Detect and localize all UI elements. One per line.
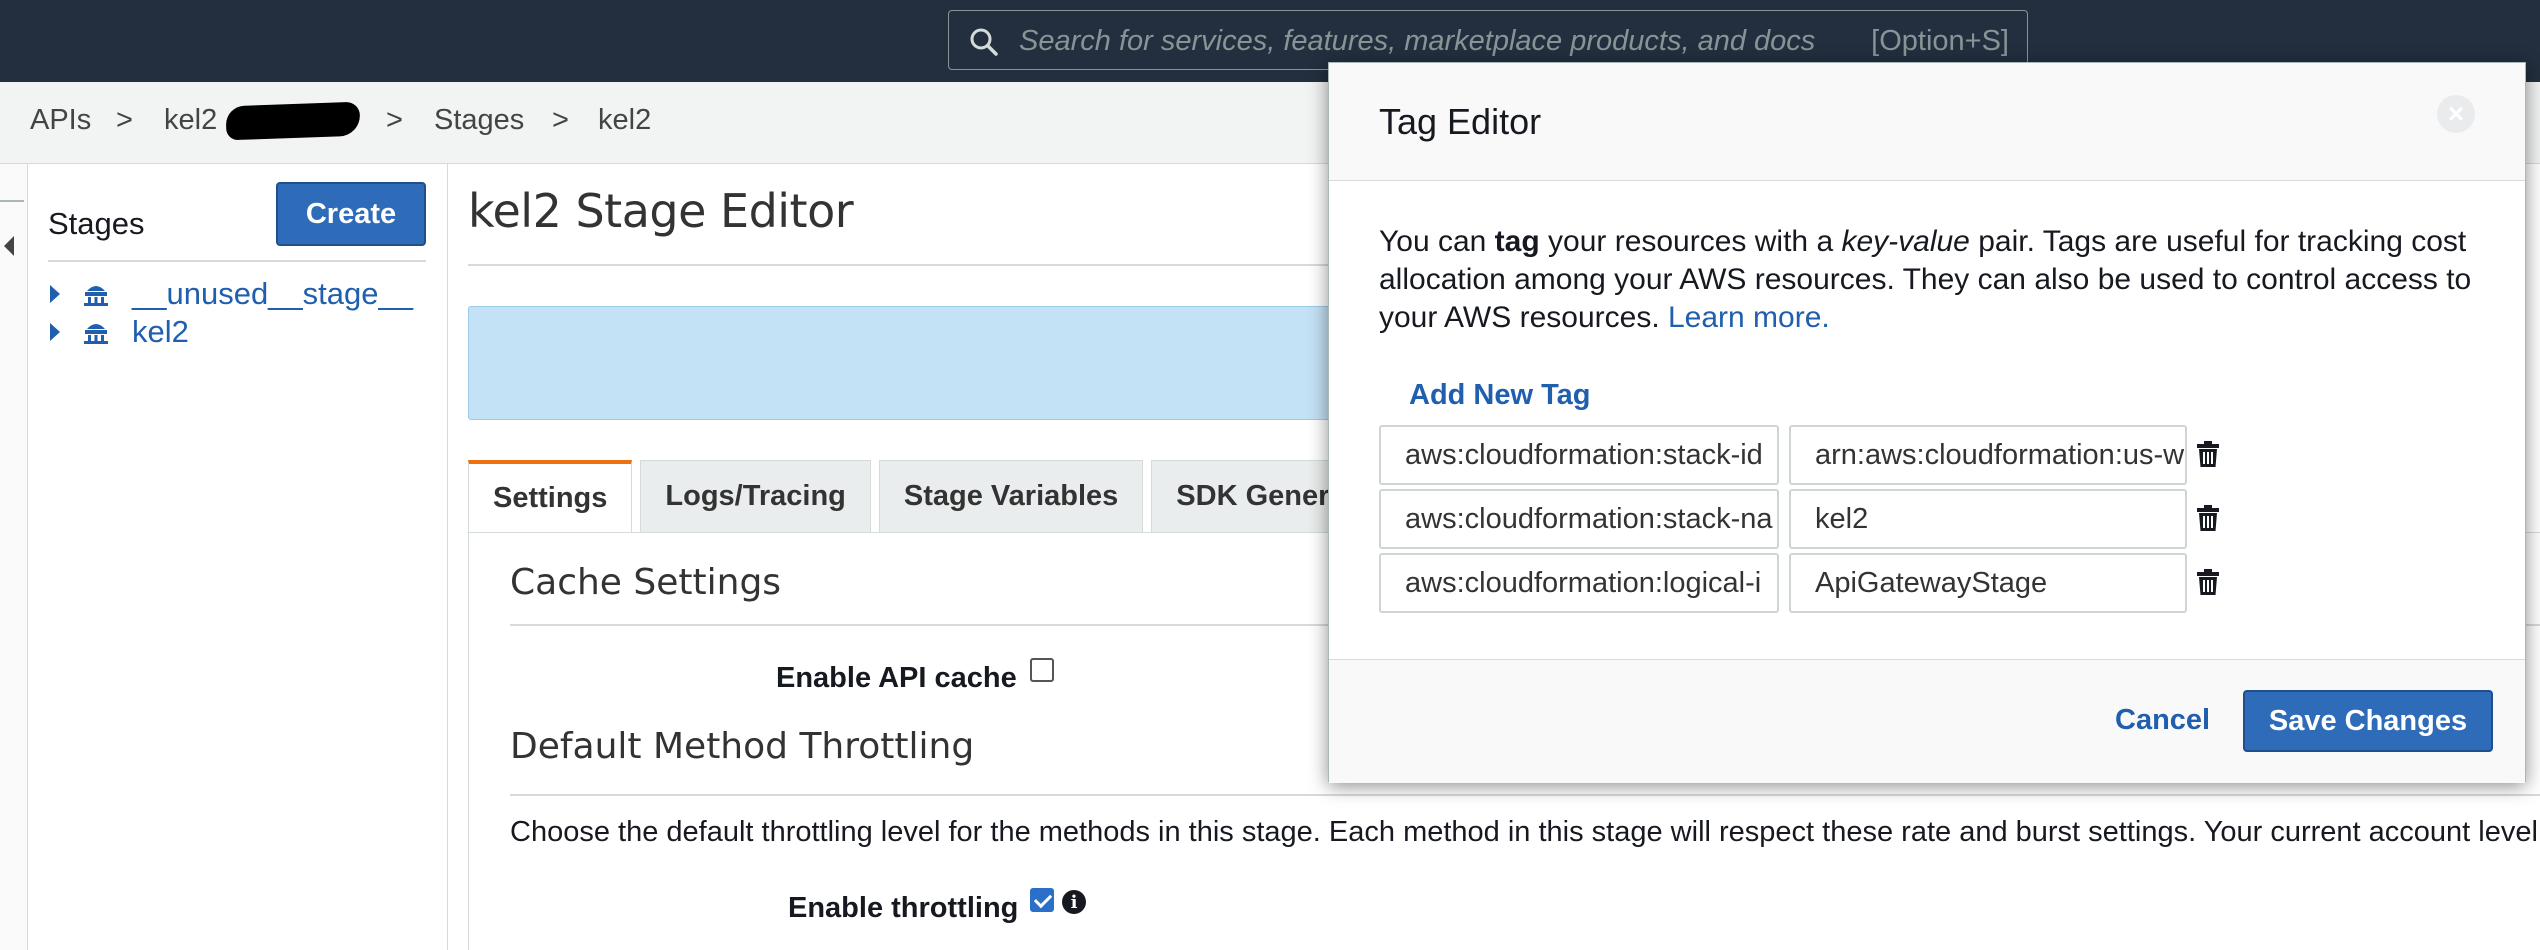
breadcrumb-separator: > bbox=[116, 104, 133, 136]
divider bbox=[468, 264, 1368, 266]
divider bbox=[48, 260, 426, 262]
desc-text: your resources with a bbox=[1539, 225, 1842, 258]
stage-icon bbox=[84, 324, 108, 344]
stages-panel-title: Stages bbox=[48, 206, 145, 241]
enable-throttling-label: Enable throttling bbox=[788, 892, 1019, 924]
cache-settings-heading: Cache Settings bbox=[510, 562, 782, 603]
throttling-heading: Default Method Throttling bbox=[510, 726, 975, 767]
stage-label[interactable]: kel2 bbox=[132, 314, 189, 350]
create-stage-button[interactable]: Create bbox=[276, 182, 426, 246]
stage-label[interactable]: __unused__stage__ bbox=[132, 276, 413, 312]
learn-more-link[interactable]: Learn more. bbox=[1668, 301, 1830, 334]
modal-title: Tag Editor bbox=[1379, 101, 1542, 142]
breadcrumb-stage-name: kel2 bbox=[598, 104, 652, 136]
info-banner bbox=[468, 306, 1368, 420]
breadcrumb-separator: > bbox=[552, 104, 569, 136]
search-icon bbox=[970, 28, 998, 56]
rail-divider bbox=[0, 200, 24, 202]
tab-stage-variables[interactable]: Stage Variables bbox=[878, 460, 1144, 532]
redaction-mark bbox=[225, 101, 361, 141]
stages-panel: Stages Create __unused__stage__ kel2 bbox=[28, 164, 448, 950]
editor-tabs: Settings Logs/Tracing Stage Variables SD… bbox=[468, 460, 1388, 532]
modal-footer: Cancel Save Changes bbox=[1329, 659, 2525, 783]
page-title: kel2 Stage Editor bbox=[468, 184, 854, 238]
stage-tree-item[interactable]: kel2 bbox=[50, 314, 189, 350]
breadcrumb-stages[interactable]: Stages bbox=[434, 104, 524, 137]
enable-api-cache-label: Enable API cache bbox=[776, 662, 1017, 694]
search-placeholder: Search for services, features, marketpla… bbox=[1019, 25, 1816, 57]
tag-key-input[interactable]: aws:cloudformation:stack-na bbox=[1379, 489, 1779, 549]
search-shortcut-hint: [Option+S] bbox=[1871, 25, 2009, 57]
trash-icon[interactable] bbox=[2197, 441, 2219, 467]
tag-value-input[interactable]: ApiGatewayStage bbox=[1789, 553, 2187, 613]
expand-caret-icon[interactable] bbox=[50, 285, 60, 303]
info-icon[interactable]: i bbox=[1062, 890, 1086, 914]
throttling-description: Choose the default throttling level for … bbox=[510, 816, 2540, 848]
cancel-button[interactable]: Cancel bbox=[2115, 704, 2210, 737]
desc-bold-text: tag bbox=[1494, 225, 1540, 258]
stage-icon bbox=[84, 286, 108, 306]
expand-caret-icon[interactable] bbox=[50, 323, 60, 341]
tag-value-input[interactable]: kel2 bbox=[1789, 489, 2187, 549]
breadcrumb-api-name[interactable]: kel2 bbox=[164, 104, 217, 137]
collapse-arrow-icon[interactable] bbox=[4, 236, 14, 256]
enable-api-cache-checkbox[interactable] bbox=[1030, 658, 1054, 682]
stage-tree-item[interactable]: __unused__stage__ bbox=[50, 276, 413, 312]
add-new-tag-button[interactable]: Add New Tag bbox=[1409, 379, 1591, 412]
desc-text: You can bbox=[1379, 225, 1495, 258]
modal-description: You can tag your resources with a key-va… bbox=[1379, 223, 2489, 337]
close-icon[interactable]: × bbox=[2437, 95, 2475, 133]
trash-icon[interactable] bbox=[2197, 569, 2219, 595]
tag-key-input[interactable]: aws:cloudformation:logical-i bbox=[1379, 553, 1779, 613]
sidebar-collapse-rail[interactable] bbox=[0, 164, 28, 950]
tab-logs-tracing[interactable]: Logs/Tracing bbox=[640, 460, 871, 532]
tag-value-input[interactable]: arn:aws:cloudformation:us-w bbox=[1789, 425, 2187, 485]
modal-header: Tag Editor × bbox=[1329, 63, 2525, 181]
breadcrumb-separator: > bbox=[386, 104, 403, 136]
save-changes-button[interactable]: Save Changes bbox=[2243, 690, 2493, 752]
enable-throttling-checkbox[interactable] bbox=[1030, 888, 1054, 912]
tag-editor-modal: Tag Editor × You can tag your resources … bbox=[1328, 62, 2526, 783]
desc-italic-text: key-value bbox=[1841, 225, 1970, 258]
divider bbox=[510, 794, 2540, 796]
tab-settings[interactable]: Settings bbox=[468, 460, 633, 532]
tag-key-input[interactable]: aws:cloudformation:stack-id bbox=[1379, 425, 1779, 485]
search-bar[interactable]: Search for services, features, marketpla… bbox=[948, 10, 2028, 70]
trash-icon[interactable] bbox=[2197, 505, 2219, 531]
breadcrumb-apis[interactable]: APIs bbox=[30, 104, 91, 137]
